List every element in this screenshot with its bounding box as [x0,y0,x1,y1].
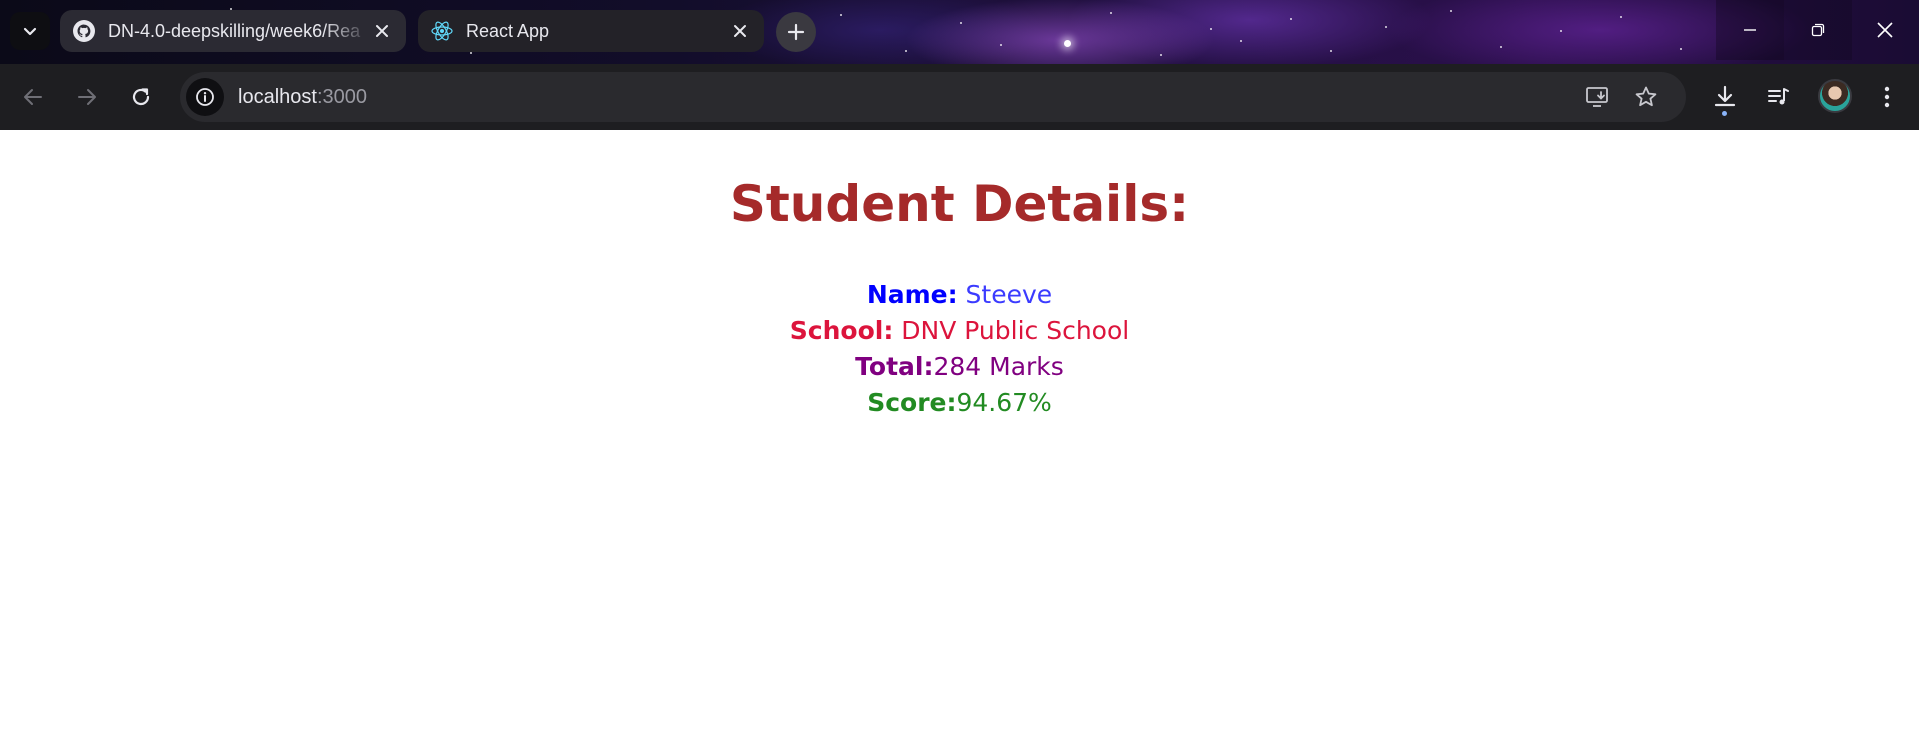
detail-score: Score:94.67% [0,385,1919,421]
school-label: School: [789,316,894,345]
score-value: 94.67% [956,388,1052,417]
school-value: DNV Public School [893,316,1130,345]
browser-toolbar: localhost:3000 [0,64,1919,130]
plus-icon [787,23,805,41]
react-icon [430,19,454,43]
detail-total: Total:284 Marks [0,349,1919,385]
chevron-down-icon [23,27,37,36]
browser-menu-button[interactable] [1868,78,1906,116]
total-label: Total: [855,352,934,381]
minimize-icon [1744,29,1756,31]
tab-title: DN-4.0-deepskilling/week6/Rea [108,20,361,41]
media-queue-icon [1768,88,1789,105]
minimize-button[interactable] [1716,0,1784,60]
student-details: Name: Steeve School: DNV Public School T… [0,277,1919,421]
page-title: Student Details: [729,175,1190,233]
forward-button[interactable] [68,78,106,116]
profile-avatar[interactable] [1818,79,1852,113]
download-progress-dot [1722,111,1727,116]
arrow-right-icon [78,89,96,105]
github-icon [72,19,96,43]
url-port: :3000 [316,85,367,108]
download-icon [1714,85,1736,107]
close-tab-icon[interactable] [728,19,752,43]
close-icon [1877,22,1893,38]
url-text: localhost:3000 [238,86,367,109]
browser-title-bar: DN-4.0-deepskilling/week6/Rea React App [0,0,1919,64]
close-tab-icon[interactable] [370,19,394,43]
restore-icon [1811,23,1825,37]
arrow-left-icon [24,89,42,105]
back-button[interactable] [14,78,52,116]
bookmark-star-icon[interactable] [1630,81,1662,113]
install-app-icon[interactable] [1582,81,1614,113]
name-value: Steeve [957,280,1053,309]
address-bar[interactable]: localhost:3000 [180,72,1686,122]
page-content: Student Details: Name: Steeve School: DN… [0,130,1919,747]
detail-school: School: DNV Public School [0,313,1919,349]
total-value: 284 Marks [933,352,1064,381]
close-window-button[interactable] [1851,0,1919,60]
reload-button[interactable] [122,78,160,116]
media-controls-button[interactable] [1760,78,1798,116]
tab-react-app[interactable]: React App [418,10,764,52]
new-tab-button[interactable] [776,12,816,52]
site-info-icon[interactable] [186,78,224,116]
more-vertical-icon [1884,86,1890,108]
detail-name: Name: Steeve [0,277,1919,313]
tab-github[interactable]: DN-4.0-deepskilling/week6/Rea [60,10,406,52]
tab-title: React App [466,20,550,41]
tab-search-button[interactable] [10,12,50,50]
url-host: localhost [238,85,317,108]
score-label: Score: [867,388,957,417]
reload-icon [132,88,150,106]
restore-button[interactable] [1784,0,1852,60]
name-label: Name: [866,280,958,309]
